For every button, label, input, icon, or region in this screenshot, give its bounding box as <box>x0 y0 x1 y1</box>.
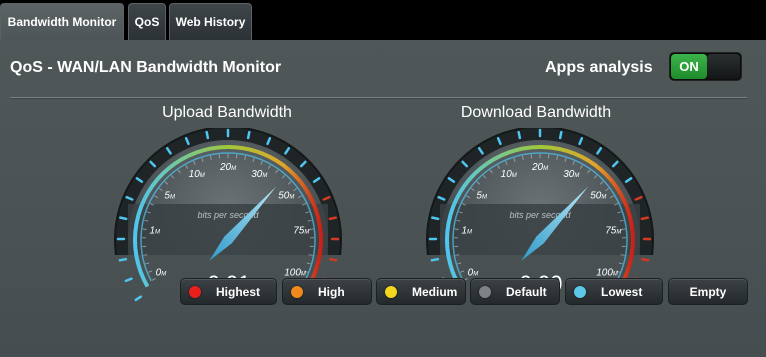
toggle-on-label: ON <box>671 54 707 79</box>
gauge-scale-label: 0M <box>156 267 167 278</box>
red-dot-icon <box>189 285 201 298</box>
gauge-scale-label: 100M <box>596 267 618 278</box>
download-gauge-title: Download Bandwidth <box>460 104 612 121</box>
legend-label: Default <box>506 284 547 299</box>
legend-lowest-button[interactable]: Lowest <box>565 278 663 305</box>
legend-label: Medium <box>412 284 458 299</box>
tab-qos[interactable]: QoS <box>128 3 166 40</box>
legend-label: Empty <box>689 284 727 299</box>
legend-label: Highest <box>216 284 261 299</box>
gauge-scale-label: 100M <box>284 267 306 278</box>
blue-dot-icon <box>574 285 586 298</box>
upload-gauge-title: Upload Bandwidth <box>162 104 292 121</box>
gauge-scale-label: 0M <box>468 267 479 278</box>
legend-default-button[interactable]: Default <box>470 278 560 305</box>
legend-label: High <box>318 284 345 299</box>
apps-analysis-toggle[interactable]: ON <box>669 52 742 81</box>
legend-highest-button[interactable]: Highest <box>180 278 277 305</box>
legend-high-button[interactable]: High <box>282 278 372 305</box>
page-title: QoS - WAN/LAN Bandwidth Monitor <box>10 59 282 76</box>
gray-dot-icon <box>479 285 491 298</box>
legend-empty-button[interactable]: Empty <box>668 278 748 305</box>
legend-medium-button[interactable]: Medium <box>376 278 466 305</box>
orange-dot-icon <box>291 285 303 298</box>
toggle-knob[interactable] <box>707 54 740 79</box>
tab-web-history[interactable]: Web History <box>169 3 252 40</box>
tab-bar: Bandwidth Monitor QoS Web History <box>0 0 766 40</box>
legend-label: Lowest <box>601 284 643 299</box>
bandwidth-monitor-panel: QoS - WAN/LAN Bandwidth Monitor Apps ana… <box>0 40 766 357</box>
yellow-dot-icon <box>385 285 397 298</box>
divider <box>10 97 747 98</box>
tab-bandwidth-monitor[interactable]: Bandwidth Monitor <box>0 3 124 40</box>
apps-analysis-label: Apps analysis <box>545 59 653 76</box>
